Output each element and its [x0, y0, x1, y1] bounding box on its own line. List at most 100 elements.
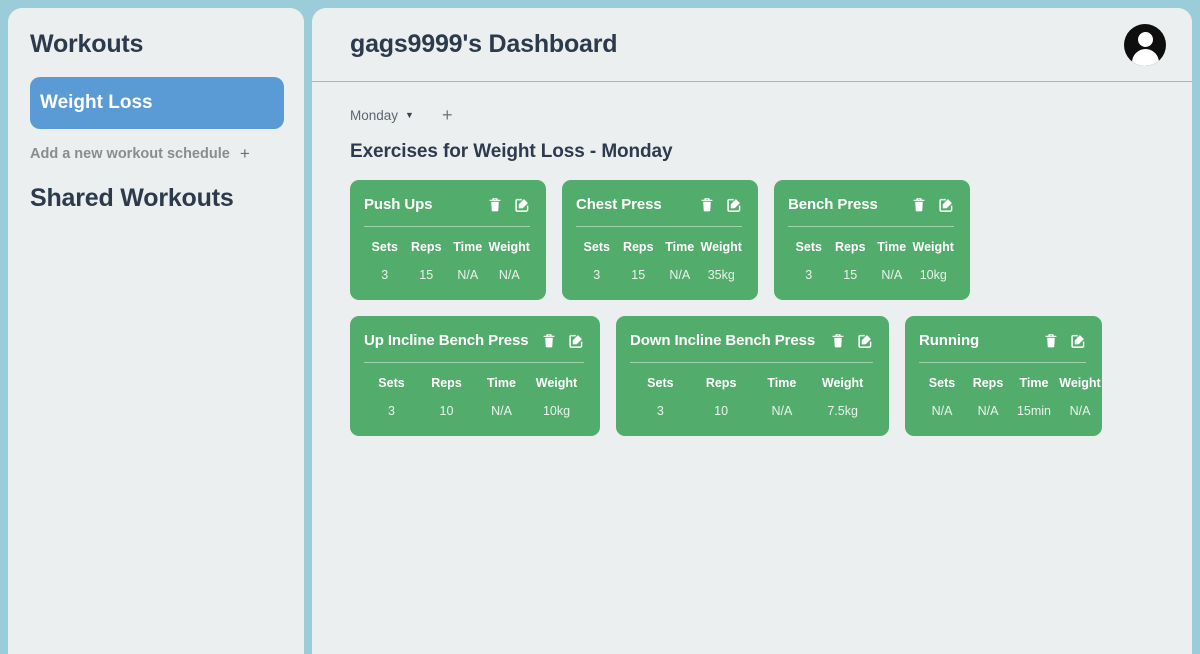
stat-sets: Sets N/A	[919, 376, 965, 418]
edit-pencil-square-icon[interactable]	[857, 333, 873, 349]
exercise-card-running[interactable]: Running Sets N/A Reps N/A Time 15min Wei…	[905, 316, 1102, 436]
edit-pencil-square-icon[interactable]	[568, 333, 584, 349]
exercise-card-row: Up Incline Bench Press Sets 3 Reps 10 Ti…	[350, 316, 1162, 436]
stat-label: Reps	[410, 240, 442, 254]
stat-weight: Weight 10kg	[529, 376, 584, 418]
stat-sets: Sets 3	[788, 240, 830, 282]
stat-label: Weight	[821, 376, 864, 390]
card-actions	[830, 333, 873, 349]
sidebar-item-weight-loss[interactable]: Weight Loss	[30, 77, 284, 129]
exercise-stats: Sets 3 Reps 15 Time N/A Weight 10kg	[788, 240, 954, 282]
exercise-stats: Sets 3 Reps 15 Time N/A Weight N/A	[364, 240, 530, 282]
card-divider	[576, 226, 742, 227]
card-divider	[364, 362, 584, 363]
stat-time: Time N/A	[871, 240, 913, 282]
trash-icon[interactable]	[911, 197, 927, 213]
edit-pencil-square-icon[interactable]	[726, 197, 742, 213]
day-selector-value: Monday	[350, 107, 399, 123]
stat-value: 3	[656, 404, 664, 418]
add-day-button[interactable]: +	[442, 106, 453, 124]
edit-pencil-square-icon[interactable]	[514, 197, 530, 213]
card-actions	[1043, 333, 1086, 349]
stat-label: Time	[453, 240, 483, 254]
edit-pencil-square-icon[interactable]	[1070, 333, 1086, 349]
stat-label: Sets	[583, 240, 610, 254]
stat-sets: Sets 3	[364, 376, 419, 418]
trash-icon[interactable]	[699, 197, 715, 213]
trash-icon[interactable]	[541, 333, 557, 349]
card-header: Down Incline Bench Press	[630, 332, 873, 349]
card-header: Up Incline Bench Press	[364, 332, 584, 349]
stat-label: Reps	[834, 240, 866, 254]
exercise-name: Chest Press	[576, 196, 662, 213]
trash-icon[interactable]	[1043, 333, 1059, 349]
exercise-name: Up Incline Bench Press	[364, 332, 529, 349]
stat-value: 15	[631, 268, 646, 282]
stat-label: Time	[665, 240, 695, 254]
stat-reps: Reps 15	[618, 240, 660, 282]
stat-value: 10kg	[919, 268, 947, 282]
stat-label: Weight	[488, 240, 530, 254]
stat-label: Weight	[535, 376, 578, 390]
stat-label: Reps	[705, 376, 737, 390]
stat-value: N/A	[669, 268, 691, 282]
add-workout-schedule-button[interactable]: Add a new workout schedule +	[30, 145, 284, 162]
day-selector-dropdown[interactable]: Monday ▼	[350, 108, 414, 123]
shared-workouts-title: Shared Workouts	[30, 184, 234, 212]
exercise-card-row: Push Ups Sets 3 Reps 15 Time N/A Weight …	[350, 180, 1162, 300]
card-divider	[630, 362, 873, 363]
exercise-card-push-ups[interactable]: Push Ups Sets 3 Reps 15 Time N/A Weight …	[350, 180, 546, 300]
exercise-card-bench-press[interactable]: Bench Press Sets 3 Reps 15 Time N/A Weig…	[774, 180, 970, 300]
chevron-down-icon: ▼	[405, 109, 414, 120]
exercise-card-chest-press[interactable]: Chest Press Sets 3 Reps 15 Time N/A Weig…	[562, 180, 758, 300]
card-actions	[541, 333, 584, 349]
stat-value: 10	[714, 404, 729, 418]
stat-weight: Weight 10kg	[913, 240, 955, 282]
stat-value: N/A	[457, 268, 479, 282]
stat-value: N/A	[1069, 404, 1091, 418]
stat-label: Time	[1019, 376, 1049, 390]
exercise-stats: Sets N/A Reps N/A Time 15min Weight N/A	[919, 376, 1101, 418]
card-header: Push Ups	[364, 196, 530, 213]
stat-value: 3	[388, 404, 395, 418]
user-avatar-icon[interactable]	[1124, 23, 1166, 66]
stat-time: Time N/A	[447, 240, 489, 282]
workouts-sidebar: Workouts Weight Loss Add a new workout s…	[8, 8, 304, 654]
stat-value: 15	[419, 268, 434, 282]
dashboard-header: gags9999's Dashboard	[312, 8, 1192, 82]
stat-value: N/A	[771, 404, 793, 418]
trash-icon[interactable]	[830, 333, 846, 349]
stat-reps: Reps 15	[830, 240, 872, 282]
card-actions	[699, 197, 742, 213]
card-divider	[364, 226, 530, 227]
stat-time: Time N/A	[752, 376, 813, 418]
stat-label: Weight	[700, 240, 742, 254]
stat-value: 35kg	[707, 268, 735, 282]
day-toolbar: Monday ▼ +	[350, 106, 1162, 124]
stat-value: N/A	[491, 404, 512, 418]
stat-value: 3	[381, 268, 389, 282]
trash-icon[interactable]	[487, 197, 503, 213]
stat-value: N/A	[977, 404, 999, 418]
stat-label: Weight	[912, 240, 954, 254]
stat-weight: Weight N/A	[489, 240, 531, 282]
exercise-name: Push Ups	[364, 196, 433, 213]
stat-value: N/A	[498, 268, 520, 282]
stat-reps: Reps N/A	[965, 376, 1011, 418]
stat-weight: Weight 35kg	[701, 240, 743, 282]
stat-label: Reps	[622, 240, 654, 254]
stat-label: Reps	[431, 376, 462, 390]
stat-time: Time 15min	[1011, 376, 1057, 418]
stat-label: Time	[877, 240, 907, 254]
page-title: gags9999's Dashboard	[350, 30, 618, 58]
exercise-name: Bench Press	[788, 196, 878, 213]
stat-time: Time N/A	[474, 376, 529, 418]
stat-value: 10kg	[542, 404, 571, 418]
exercise-card-down-incline-bench-press[interactable]: Down Incline Bench Press Sets 3 Reps 10 …	[616, 316, 889, 436]
exercises-section-title: Exercises for Weight Loss - Monday	[350, 141, 673, 162]
dashboard-content: Monday ▼ + Exercises for Weight Loss - M…	[312, 82, 1192, 436]
exercise-stats: Sets 3 Reps 15 Time N/A Weight 35kg	[576, 240, 742, 282]
edit-pencil-square-icon[interactable]	[938, 197, 954, 213]
stat-label: Time	[487, 376, 516, 390]
exercise-card-up-incline-bench-press[interactable]: Up Incline Bench Press Sets 3 Reps 10 Ti…	[350, 316, 600, 436]
